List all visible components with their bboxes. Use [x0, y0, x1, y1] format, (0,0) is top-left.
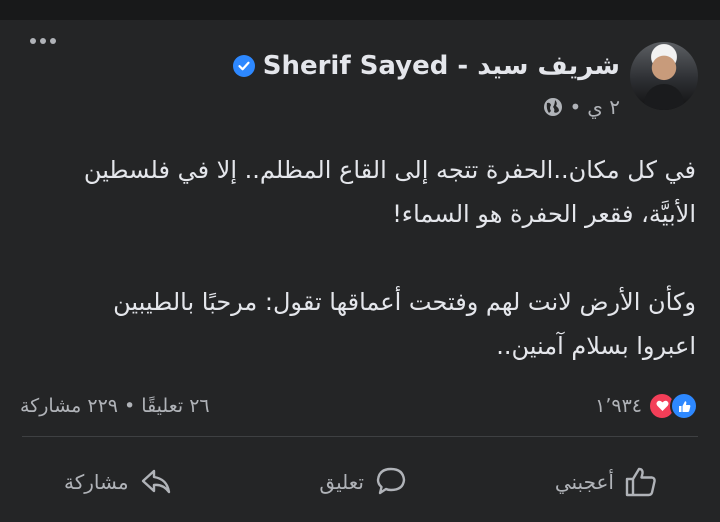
- verified-badge-icon: [232, 55, 255, 77]
- share-button[interactable]: مشاركة: [64, 465, 173, 499]
- more-options-icon[interactable]: [30, 38, 56, 44]
- like-icon: [625, 467, 656, 497]
- share-label: مشاركة: [64, 470, 129, 494]
- post-text-line: اعبروا بسلام آمنين..: [496, 332, 696, 360]
- comments-shares-count[interactable]: ٢٦ تعليقًا • ٢٢٩ مشاركة: [20, 395, 210, 417]
- comment-button[interactable]: تعليق: [319, 465, 408, 499]
- divider: [22, 436, 698, 437]
- post-meta: • ٢ ي: [543, 94, 620, 120]
- avatar[interactable]: [630, 42, 698, 110]
- post-stats: ٢٦ تعليقًا • ٢٢٩ مشاركة ١٬٩٣٤: [20, 392, 698, 420]
- globe-icon[interactable]: [543, 97, 563, 117]
- comment-icon: [376, 467, 406, 495]
- post-text-line: الأبيَّة، فقعر الحفرة هو السماء!: [392, 200, 696, 228]
- meta-separator: •: [569, 95, 582, 119]
- like-reaction-icon: [670, 392, 698, 420]
- post-body: في كل مكان..الحفرة تتجه إلى القاع المظلم…: [40, 148, 696, 368]
- reactions-count: ١٬٩٣٤: [595, 395, 642, 417]
- post-header: Sherif Sayed - شريف سيد: [232, 48, 620, 84]
- like-button[interactable]: أعجبني: [555, 465, 658, 499]
- post-actions: مشاركة تعليق أعجبني: [0, 448, 720, 516]
- reactions-summary[interactable]: ١٬٩٣٤: [595, 392, 698, 420]
- post-text-line: في كل مكان..الحفرة تتجه إلى القاع المظلم…: [83, 156, 696, 184]
- author-name[interactable]: Sherif Sayed - شريف سيد: [263, 51, 620, 81]
- like-label: أعجبني: [554, 470, 614, 494]
- share-icon: [141, 469, 170, 494]
- comment-label: تعليق: [319, 470, 364, 494]
- post-text-line: وكأن الأرض لانت لهم وفتحت أعماقها تقول: …: [113, 288, 696, 316]
- post-time[interactable]: ٢ ي: [587, 95, 620, 119]
